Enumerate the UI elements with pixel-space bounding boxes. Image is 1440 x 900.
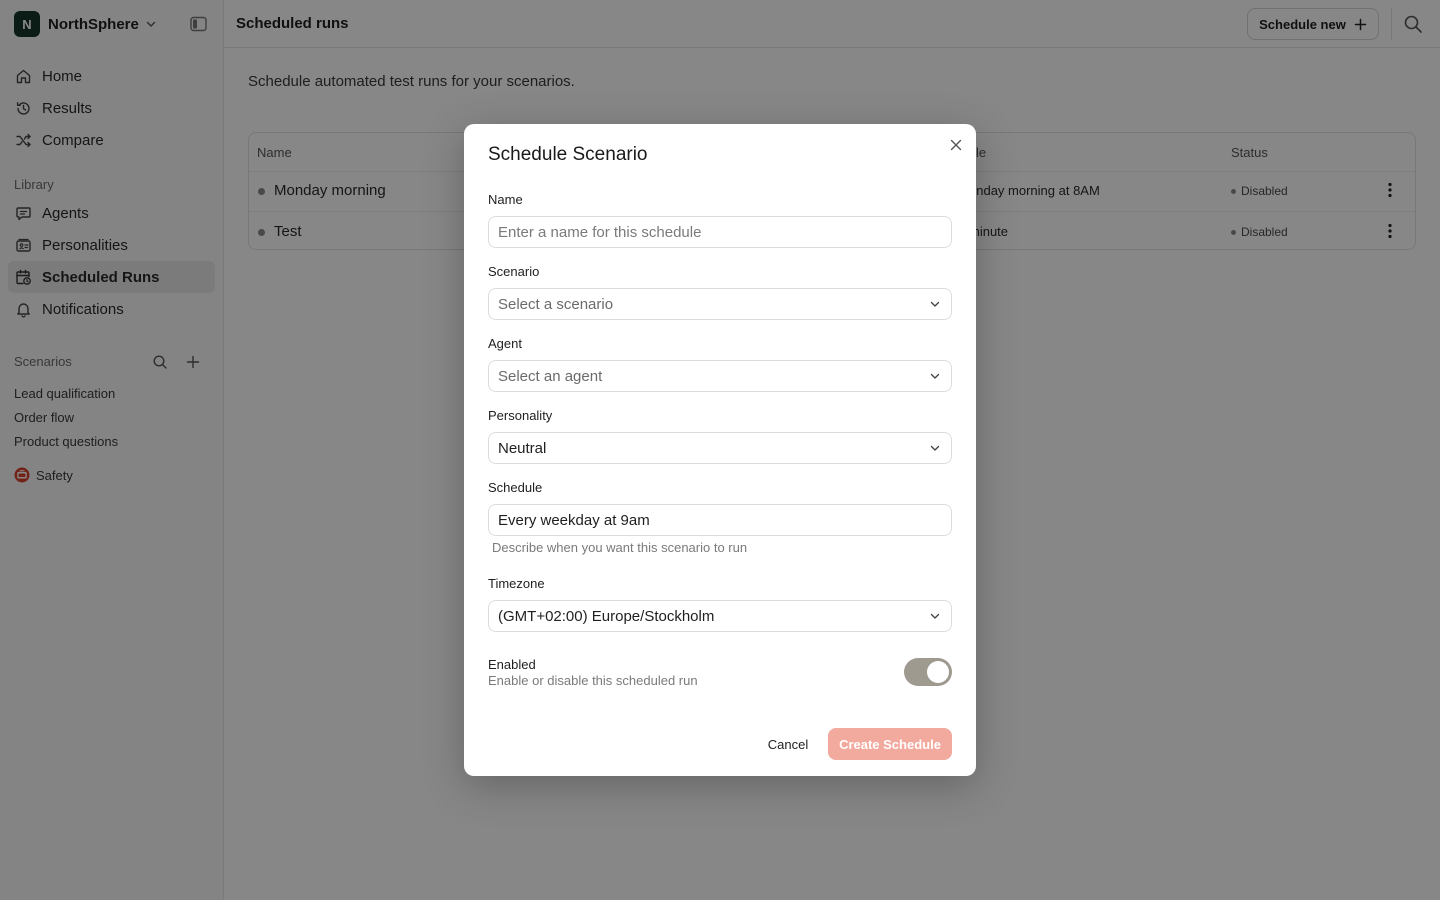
agent-select-value: Select an agent	[498, 367, 603, 385]
name-field	[488, 216, 952, 248]
schedule-scenario-dialog: Schedule Scenario Name Scenario Select a…	[464, 124, 976, 776]
create-schedule-button[interactable]: Create Schedule	[828, 728, 952, 760]
enabled-description: Enable or disable this scheduled run	[488, 673, 698, 688]
timezone-select[interactable]: (GMT+02:00) Europe/Stockholm	[488, 600, 952, 632]
scenario-select[interactable]: Select a scenario	[488, 288, 952, 320]
chevron-down-icon	[928, 441, 942, 455]
timezone-select-value: (GMT+02:00) Europe/Stockholm	[498, 607, 715, 625]
personality-select[interactable]: Neutral	[488, 432, 952, 464]
chevron-down-icon	[928, 369, 942, 383]
agent-label: Agent	[488, 336, 522, 351]
enabled-toggle[interactable]	[904, 658, 952, 686]
chevron-down-icon	[928, 609, 942, 623]
dialog-title: Schedule Scenario	[488, 144, 648, 165]
name-input[interactable]	[489, 217, 951, 247]
enabled-label: Enabled	[488, 657, 536, 672]
name-label: Name	[488, 192, 523, 207]
cancel-button[interactable]: Cancel	[760, 728, 816, 760]
scenario-select-value: Select a scenario	[498, 295, 614, 313]
schedule-hint: Describe when you want this scenario to …	[492, 540, 748, 555]
close-icon[interactable]	[948, 137, 964, 153]
schedule-field	[488, 504, 952, 536]
chevron-down-icon	[928, 297, 942, 311]
timezone-label: Timezone	[488, 576, 545, 591]
schedule-input[interactable]	[489, 505, 951, 535]
toggle-knob	[927, 661, 949, 683]
schedule-label: Schedule	[488, 480, 543, 495]
scenario-label: Scenario	[488, 264, 540, 279]
agent-select[interactable]: Select an agent	[488, 360, 952, 392]
personality-label: Personality	[488, 408, 553, 423]
personality-select-value: Neutral	[498, 439, 547, 457]
